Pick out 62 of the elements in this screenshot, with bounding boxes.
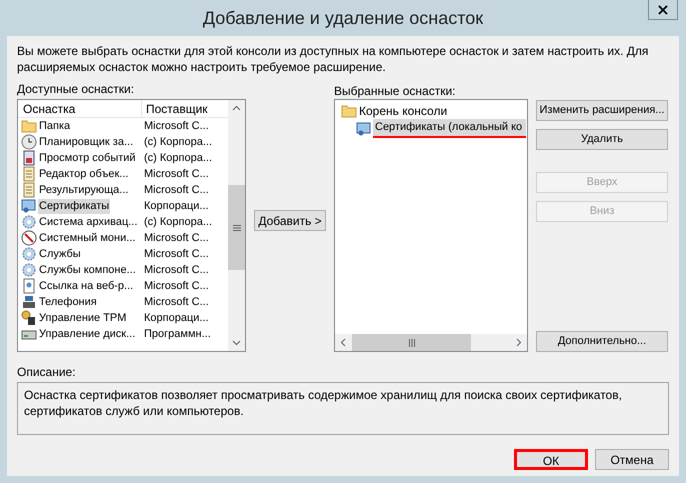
side-button[interactable]: Удалить — [536, 129, 668, 150]
vendor-cell-text: Microsoft C... — [143, 182, 209, 198]
vendor-cell-text: Microsoft C... — [143, 230, 209, 246]
description-text: Оснастка сертификатов позволяет просматривать содержимое хранилищ для поиска своих сертификатов, сертификатов служб или компьютеров. — [24, 387, 623, 419]
horizontal-scrollbar[interactable] — [335, 334, 527, 351]
grip-icon — [232, 224, 240, 230]
vendor-cell-text: Корпораци... — [143, 310, 209, 326]
dialog-button[interactable]: Отмена — [595, 449, 669, 470]
page-icon — [21, 278, 37, 294]
gauge-icon — [21, 230, 37, 246]
folder-icon — [341, 102, 357, 118]
vendor-cell-text: Microsoft C... — [143, 166, 209, 182]
close-button[interactable]: × — [648, 0, 678, 20]
tree-item[interactable]: Сертификаты (локальный ко — [373, 119, 526, 138]
intro-text: Вы можете выбрать оснастки для этой консоли из доступных на компьютере оснасток и затем настроить их. Для расширяемых оснасток можно настроить требуемое расширение. — [17, 43, 650, 75]
dialog-button[interactable]: Добавить > — [254, 210, 326, 231]
vendor-cell-text: (c) Корпора... — [143, 134, 212, 150]
snapin-name[interactable]: Просмотр событий — [38, 150, 137, 166]
column-header[interactable]: Оснастка — [18, 100, 142, 117]
snapin-name[interactable]: Управление TPM — [38, 310, 128, 326]
snapin-name[interactable]: Ссылка на веб-р... — [38, 278, 134, 294]
snapin-name[interactable]: Редактор объек... — [38, 166, 130, 182]
vendor-cell-text: (c) Корпора... — [143, 150, 212, 166]
scroll-thumb[interactable] — [228, 185, 245, 270]
clock-icon — [21, 134, 37, 150]
snapin-name[interactable]: Система архивац... — [38, 214, 138, 230]
snapin-name[interactable]: Управление диск... — [38, 326, 136, 342]
scroll-icon — [21, 166, 37, 182]
vendor-cell-text: Microsoft C... — [143, 246, 209, 262]
list-label: Доступные оснастки: — [17, 81, 136, 97]
snapin-name[interactable]: Сертификаты — [38, 198, 110, 214]
scroll-icon — [21, 182, 37, 198]
snapin-name[interactable]: Результирующа... — [38, 182, 130, 198]
window-title: Добавление и удаление оснасток — [202, 6, 484, 30]
vendor-cell-text: Microsoft C... — [143, 118, 209, 134]
vendor-cell-text: (c) Корпора... — [143, 214, 212, 230]
snapin-name[interactable]: Системный мони... — [38, 230, 136, 246]
snapin-name[interactable]: Службы — [38, 246, 82, 262]
column-header[interactable]: Поставщик — [142, 100, 228, 117]
document-icon — [21, 150, 37, 166]
vendor-cell-text: Microsoft C... — [143, 262, 209, 278]
snapin-name[interactable]: Службы компоне... — [38, 262, 137, 278]
side-button[interactable]: Изменить расширения... — [536, 100, 668, 121]
phone-icon — [21, 294, 37, 310]
vendor-cell-text: Microsoft C... — [143, 294, 209, 310]
tree-item[interactable]: Корень консоли — [358, 102, 448, 120]
dialog-button[interactable]: ОК — [514, 449, 588, 470]
grip-icon — [408, 338, 414, 346]
vendor-cell-text: Программн... — [143, 326, 211, 342]
certificate-icon — [356, 120, 372, 136]
vendor-cell-text: Microsoft C... — [143, 278, 209, 294]
certificate-icon — [21, 198, 37, 214]
list-label: Выбранные оснастки: — [334, 83, 456, 99]
description-label: Описание: — [17, 364, 77, 380]
snapin-name[interactable]: Папка — [38, 118, 72, 134]
scroll-thumb[interactable] — [352, 334, 471, 351]
vendor-cell-text: Корпораци... — [143, 198, 209, 214]
folder-icon — [21, 118, 37, 134]
scrollbar[interactable] — [228, 100, 245, 351]
snapin-name[interactable]: Планировщик за... — [38, 134, 134, 150]
side-button[interactable]: Дополнительно... — [536, 331, 668, 352]
snapin-name[interactable]: Телефония — [38, 294, 98, 310]
